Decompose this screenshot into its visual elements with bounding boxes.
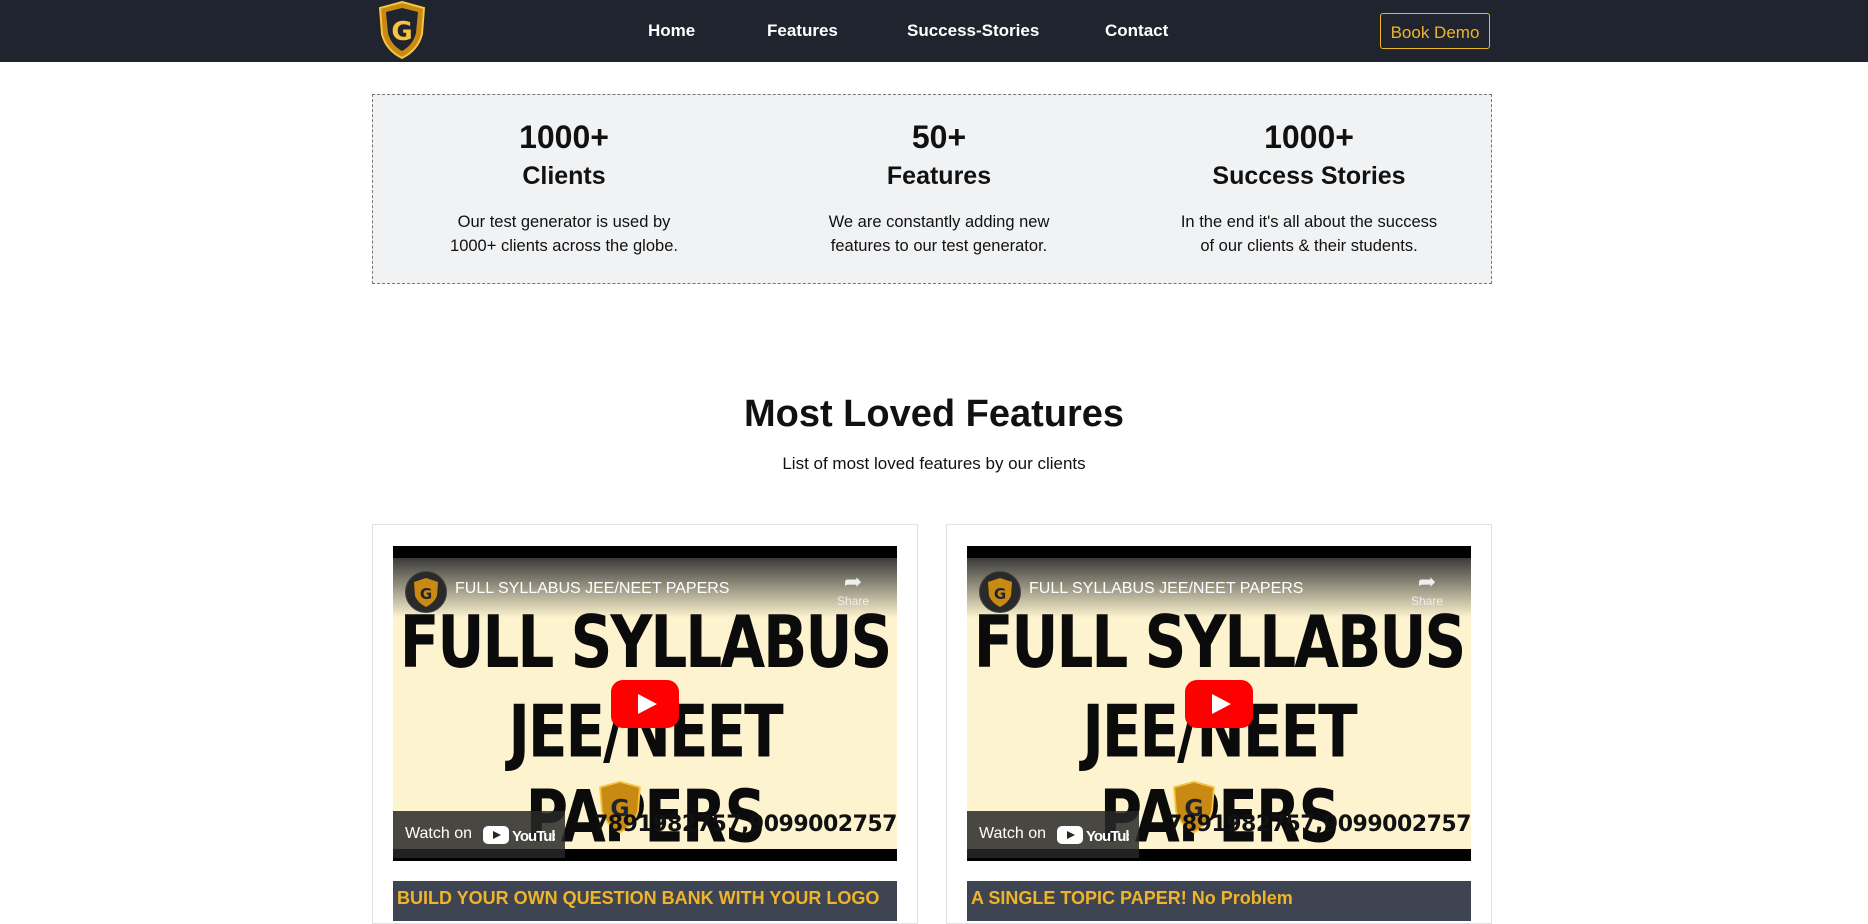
stat-label: Features: [886, 162, 992, 190]
share-icon: ➦: [1417, 569, 1437, 594]
youtube-wordmark: YouTube: [1086, 828, 1129, 845]
stat-number: 50+: [911, 119, 967, 155]
stat-description: In the end it's all about the success of…: [1180, 213, 1438, 255]
video-embed[interactable]: FULL SYLLABUS JEE/NEET PAPERS G 78919827…: [393, 546, 897, 861]
nav-features-link[interactable]: Features: [767, 21, 838, 41]
feature-caption: BUILD YOUR OWN QUESTION BANK WITH YOUR L…: [393, 881, 897, 921]
stat-success-stories: 1000+ Success Stories In the end it's al…: [1144, 95, 1474, 258]
video-embed[interactable]: FULL SYLLABUS JEE/NEET PAPERS G 78919827…: [967, 546, 1471, 861]
feature-card: FULL SYLLABUS JEE/NEET PAPERS G 78919827…: [946, 524, 1492, 924]
section-subtitle: List of most loved features by our clien…: [782, 454, 1086, 473]
nav-success-stories-link[interactable]: Success-Stories: [907, 21, 1039, 41]
share-button[interactable]: ➦ Share: [1410, 569, 1443, 609]
youtube-logo-icon: YouTube: [483, 826, 555, 845]
feature-card: FULL SYLLABUS JEE/NEET PAPERS G 78919827…: [372, 524, 918, 924]
channel-avatar-icon[interactable]: G: [979, 571, 1021, 613]
feature-caption: A SINGLE TOPIC PAPER! No Problem: [967, 881, 1471, 921]
youtube-logo-icon: YouTube: [1057, 826, 1129, 845]
phone-numbers: 7891982757,9099002757: [592, 812, 897, 837]
book-demo-button[interactable]: Book Demo: [1380, 13, 1490, 49]
svg-text:G: G: [420, 585, 432, 603]
stat-description: We are constantly adding new features to…: [828, 213, 1050, 255]
watch-on-youtube-button[interactable]: Watch on YouTube: [967, 811, 1139, 858]
play-button-icon[interactable]: [611, 680, 679, 728]
stat-clients: 1000+ Clients Our test generator is used…: [399, 95, 729, 258]
svg-text:G: G: [994, 585, 1006, 603]
stat-label: Success Stories: [1212, 162, 1406, 190]
video-title[interactable]: FULL SYLLABUS JEE/NEET PAPERS: [1029, 580, 1303, 598]
share-label: Share: [836, 594, 869, 608]
top-navbar: G Home Features Success-Stories Contact …: [0, 0, 1868, 62]
play-button-icon[interactable]: [1185, 680, 1253, 728]
watch-on-label: Watch on: [979, 825, 1046, 842]
video-top-bar: G FULL SYLLABUS JEE/NEET PAPERS ➦ Share: [393, 558, 897, 618]
phone-numbers: 7891982757,9099002757: [1166, 812, 1471, 837]
watch-on-label: Watch on: [405, 825, 472, 842]
youtube-wordmark: YouTube: [512, 828, 555, 845]
video-title[interactable]: FULL SYLLABUS JEE/NEET PAPERS: [455, 580, 729, 598]
nav-contact-link[interactable]: Contact: [1105, 21, 1168, 41]
share-button[interactable]: ➦ Share: [836, 569, 869, 609]
channel-avatar-icon[interactable]: G: [405, 571, 447, 613]
watch-on-youtube-button[interactable]: Watch on YouTube: [393, 811, 565, 858]
stat-number: 1000+: [519, 119, 609, 155]
stat-label: Clients: [522, 162, 606, 190]
stat-features: 50+ Features We are constantly adding ne…: [774, 95, 1104, 258]
stats-panel: 1000+ Clients Our test generator is used…: [372, 94, 1492, 284]
stat-description: Our test generator is used by 1000+ clie…: [450, 213, 678, 255]
stat-number: 1000+: [1264, 119, 1354, 155]
share-label: Share: [1410, 594, 1443, 608]
section-title: Most Loved Features: [743, 393, 1125, 435]
video-top-bar: G FULL SYLLABUS JEE/NEET PAPERS ➦ Share: [967, 558, 1471, 618]
nav-home-link[interactable]: Home: [648, 21, 695, 41]
share-icon: ➦: [843, 569, 863, 594]
